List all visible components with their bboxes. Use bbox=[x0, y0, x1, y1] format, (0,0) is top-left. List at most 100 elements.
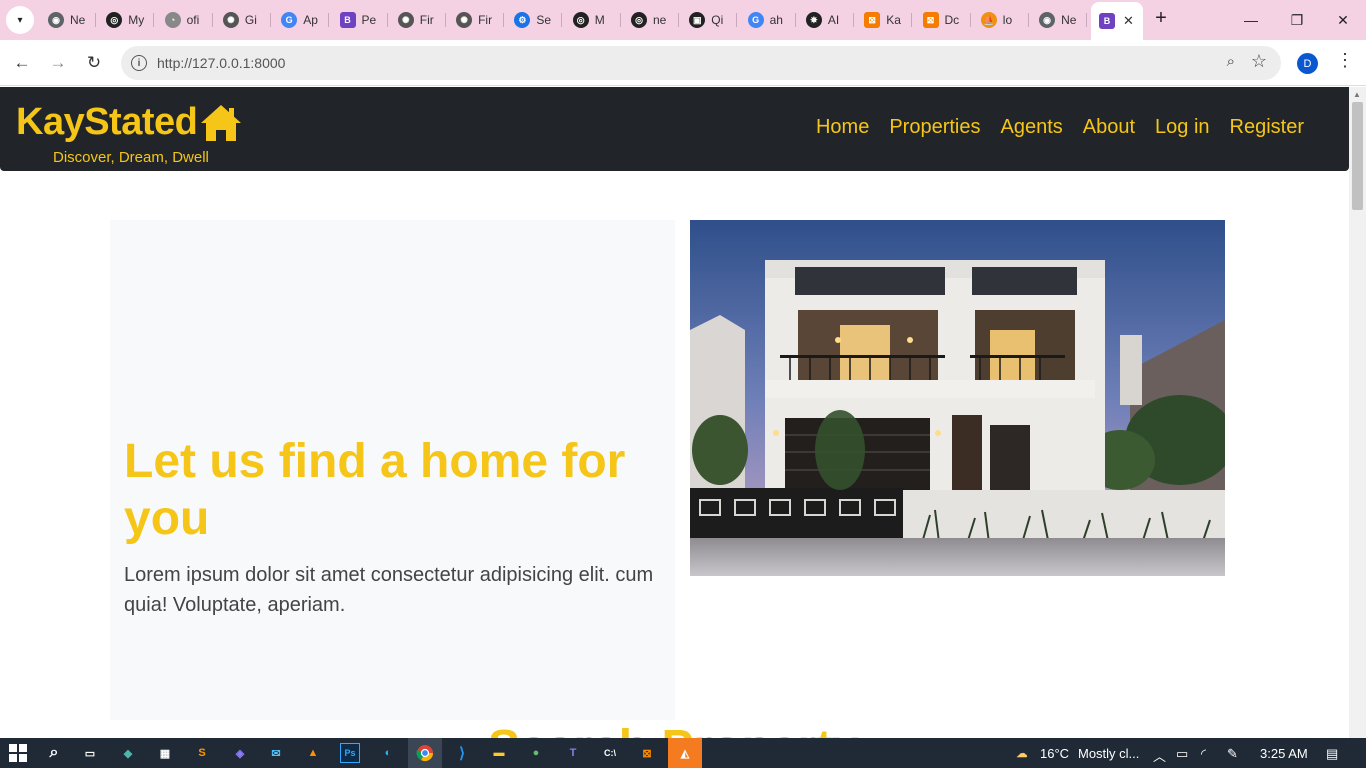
close-tab-icon[interactable]: ✕ bbox=[1123, 13, 1134, 29]
browser-tab[interactable]: ◉ Ne bbox=[1031, 6, 1088, 34]
back-button[interactable]: ← bbox=[9, 50, 35, 76]
circle-logo-icon: ◎ bbox=[106, 12, 123, 28]
nav-login-link[interactable]: Log in bbox=[1155, 116, 1210, 139]
windows-taskbar: ⌕ ▭ ◆ ▦ S ◈ ✉ ▲ Ps ◐ ⟩ ▬ ● T C:\ ⊠ ◭ ☁ 1… bbox=[0, 738, 1366, 768]
brand-logo[interactable]: KayStated bbox=[16, 101, 243, 144]
minimize-button[interactable]: — bbox=[1228, 0, 1274, 40]
teams-icon[interactable]: T bbox=[563, 743, 583, 763]
vscode-icon[interactable]: ⟩ bbox=[452, 743, 472, 763]
browser-tab[interactable]: ⊠ Dc bbox=[915, 6, 971, 34]
house-photo bbox=[690, 220, 1225, 576]
mail-icon[interactable]: ✉ bbox=[266, 743, 286, 763]
chevron-up-icon[interactable]: ︿ bbox=[1153, 746, 1166, 765]
app-icon-orange[interactable]: ◭ bbox=[668, 738, 702, 768]
tab-separator bbox=[95, 13, 96, 27]
browser-tab[interactable]: G Ap bbox=[273, 6, 330, 34]
tab-separator bbox=[269, 13, 271, 27]
tab-label: Ne bbox=[70, 13, 86, 27]
browser-tab[interactable]: ⊠ Ka bbox=[856, 6, 913, 34]
browser-tab[interactable]: ◎ M bbox=[565, 6, 621, 34]
page-scrollbar[interactable]: ▲ bbox=[1349, 87, 1366, 738]
store-icon[interactable]: ▦ bbox=[155, 743, 175, 763]
browser-tab[interactable]: B Pe bbox=[332, 6, 388, 34]
tab-separator bbox=[969, 13, 971, 27]
nav-home-link[interactable]: Home bbox=[816, 116, 869, 139]
forward-button[interactable]: → bbox=[45, 50, 71, 76]
browser-tab-strip: ▾ ◉ Ne ◎ My ◔ ofi ✺ Gi G Ap B Pe ✺ Fir ✺ Fir ⚙ Se ◎ M ◎ ne ▣ Qi… bbox=[0, 0, 1366, 40]
tab-label: My bbox=[128, 13, 145, 27]
nav-properties-link[interactable]: Properties bbox=[889, 116, 980, 139]
pen-icon[interactable]: ✎ bbox=[1227, 746, 1238, 762]
active-tab[interactable]: B ✕ bbox=[1091, 2, 1143, 40]
tab-search-button[interactable]: ▾ bbox=[6, 6, 34, 34]
wifi-icon[interactable]: ◜ bbox=[1201, 746, 1206, 762]
tab-label: Pe bbox=[361, 13, 377, 27]
page-viewport: KayStated Discover, Dream, Dwell Home Pr… bbox=[0, 87, 1349, 738]
tab-separator bbox=[794, 13, 796, 27]
app-icon-green[interactable]: ● bbox=[526, 743, 546, 763]
search-icon[interactable]: ⌕ bbox=[44, 743, 64, 763]
vlc-icon[interactable]: ▲ bbox=[303, 743, 323, 763]
browser-tab[interactable]: ▣ Qi bbox=[681, 6, 738, 34]
battery-icon[interactable]: ▭ bbox=[1176, 746, 1188, 762]
square-logo-icon: ▣ bbox=[689, 12, 706, 28]
photoshop-icon[interactable]: Ps bbox=[340, 743, 360, 763]
app-icon-purple[interactable]: ◈ bbox=[230, 743, 250, 763]
close-window-button[interactable]: ✕ bbox=[1320, 0, 1366, 40]
browser-tab[interactable]: ✺ Gi bbox=[215, 6, 271, 34]
bookmark-star-icon[interactable]: ☆ bbox=[1251, 51, 1267, 72]
sublime-icon[interactable]: S bbox=[192, 743, 212, 763]
hero-house-image bbox=[690, 220, 1225, 576]
tab-label: Fir bbox=[478, 13, 493, 27]
openai-icon: ✺ bbox=[222, 12, 239, 28]
browser-tab[interactable]: ⚙ Se bbox=[506, 6, 563, 34]
house-icon bbox=[201, 104, 242, 141]
google-icon: G bbox=[281, 12, 298, 28]
tab-separator bbox=[386, 13, 388, 27]
tab-separator bbox=[852, 13, 854, 27]
browser-tab[interactable]: ◎ ne bbox=[623, 6, 679, 34]
xampp-icon[interactable]: ⊠ bbox=[637, 743, 657, 763]
clock-time[interactable]: 3:25 AM bbox=[1260, 746, 1308, 761]
tab-label: AI bbox=[827, 13, 840, 27]
edge-icon[interactable]: ◐ bbox=[378, 743, 398, 763]
site-info-icon[interactable]: i bbox=[131, 55, 147, 71]
app-icon-teal[interactable]: ◆ bbox=[118, 743, 138, 763]
weather-temp[interactable]: 16°C bbox=[1040, 746, 1069, 761]
tab-label: ne bbox=[653, 13, 667, 27]
google-icon: G bbox=[747, 12, 764, 28]
new-tab-button[interactable]: + bbox=[1150, 8, 1172, 30]
browser-tab[interactable]: ◉ Ne bbox=[40, 6, 96, 34]
file-explorer-icon[interactable]: ▬ bbox=[489, 743, 509, 763]
reload-button[interactable]: ↻ bbox=[81, 50, 107, 76]
browser-tab[interactable]: ◎ My bbox=[98, 6, 155, 34]
browser-tab[interactable]: ✺ Fir bbox=[390, 6, 446, 34]
tab-separator bbox=[1086, 13, 1088, 27]
bootstrap-icon: B bbox=[339, 12, 356, 28]
browser-tab[interactable]: Gah bbox=[740, 6, 796, 34]
browser-tab[interactable]: ◔ ofi bbox=[157, 6, 213, 34]
scrollbar-thumb[interactable] bbox=[1352, 102, 1363, 210]
url-text[interactable]: http://127.0.0.1:8000 bbox=[157, 55, 285, 71]
tab-separator bbox=[211, 13, 213, 27]
nav-agents-link[interactable]: Agents bbox=[1000, 116, 1062, 139]
task-view-icon[interactable]: ▭ bbox=[80, 743, 100, 763]
notifications-icon[interactable]: ▤ bbox=[1326, 746, 1338, 762]
chrome-taskbar-icon[interactable] bbox=[408, 738, 442, 768]
terminal-icon[interactable]: C:\ bbox=[600, 743, 620, 763]
address-bar[interactable]: i http://127.0.0.1:8000 ⌕ ☆ bbox=[121, 46, 1281, 80]
restore-button[interactable]: ❐ bbox=[1274, 0, 1320, 40]
browser-menu-icon[interactable]: ⋮ bbox=[1336, 51, 1354, 69]
weather-icon[interactable]: ☁ bbox=[1010, 743, 1034, 763]
profile-avatar[interactable]: D bbox=[1297, 53, 1318, 74]
browser-tab[interactable]: ✺ Fir bbox=[448, 6, 505, 34]
tab-label: Dc bbox=[944, 13, 960, 27]
browser-tab[interactable]: ⛵ lo bbox=[973, 6, 1029, 34]
scroll-up-icon[interactable]: ▲ bbox=[1353, 90, 1361, 99]
windows-start-icon[interactable] bbox=[8, 743, 28, 763]
zoom-icon[interactable]: ⌕ bbox=[1227, 53, 1235, 70]
browser-tab[interactable]: ✵ AI bbox=[798, 6, 854, 34]
nav-about-link[interactable]: About bbox=[1083, 116, 1135, 139]
nav-register-link[interactable]: Register bbox=[1230, 116, 1304, 139]
weather-description[interactable]: Mostly cl... bbox=[1078, 746, 1139, 761]
